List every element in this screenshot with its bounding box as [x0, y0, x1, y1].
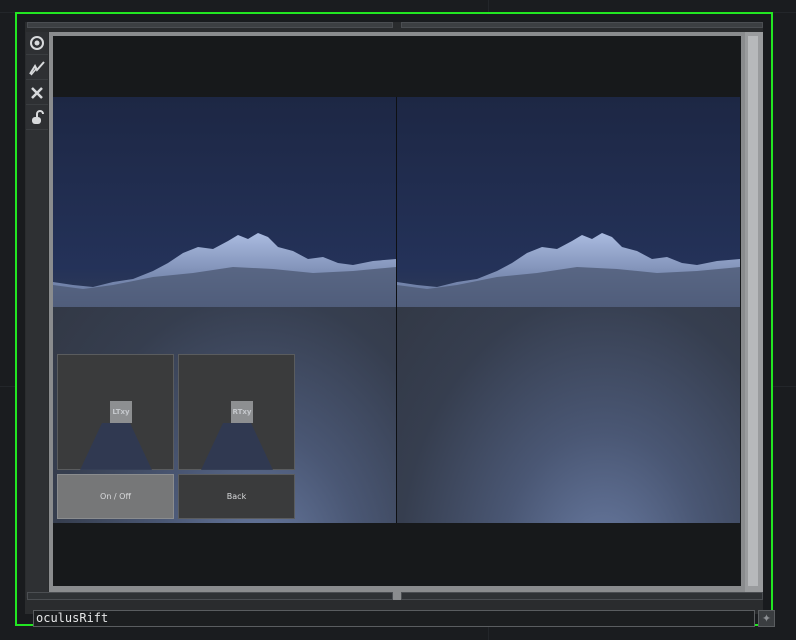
- viewer-toggle-button[interactable]: [26, 32, 48, 55]
- output-connector-left[interactable]: [27, 592, 393, 600]
- left-stick-label: LTxy: [110, 401, 132, 423]
- viewer-scrollbar[interactable]: [745, 32, 763, 600]
- on-off-button[interactable]: On / Off: [57, 474, 174, 519]
- operator-node[interactable]: LTxy RTxy On / Off Back oculusRift ✦: [15, 12, 775, 627]
- terrain-mesh: [397, 233, 740, 307]
- plus-icon: ✦: [761, 612, 772, 625]
- left-eye-view: LTxy RTxy On / Off Back: [53, 97, 396, 523]
- node-body: LTxy RTxy On / Off Back oculusRift ✦: [25, 22, 775, 627]
- output-connector-right[interactable]: [401, 592, 763, 600]
- lock-button[interactable]: [26, 107, 48, 130]
- close-button[interactable]: [26, 82, 48, 105]
- viewer-panel[interactable]: LTxy RTxy On / Off Back: [49, 32, 763, 600]
- right-stick-label: RTxy: [231, 401, 253, 423]
- bypass-button[interactable]: [26, 57, 48, 80]
- terrain-mesh: [53, 233, 396, 307]
- back-button[interactable]: Back: [178, 474, 295, 519]
- ground-plane: [397, 292, 740, 523]
- input-connector-right[interactable]: [401, 22, 763, 28]
- bypass-icon: [29, 61, 45, 76]
- node-name-field[interactable]: oculusRift: [33, 610, 755, 627]
- right-eye-view: [397, 97, 740, 523]
- node-add-button[interactable]: ✦: [758, 610, 775, 627]
- left-stick-cone: [80, 423, 152, 470]
- close-icon: [31, 87, 43, 99]
- viewer-toggle-icon: [30, 36, 44, 50]
- left-stick-panel[interactable]: LTxy: [57, 354, 174, 470]
- viewer-scroll-thumb[interactable]: [748, 36, 758, 586]
- right-stick-panel[interactable]: RTxy: [178, 354, 295, 470]
- right-stick-cone: [201, 423, 273, 470]
- input-connector-left[interactable]: [27, 22, 393, 28]
- lock-icon: [32, 110, 44, 124]
- render-viewer[interactable]: LTxy RTxy On / Off Back: [53, 36, 741, 586]
- node-toolbar: [26, 32, 48, 598]
